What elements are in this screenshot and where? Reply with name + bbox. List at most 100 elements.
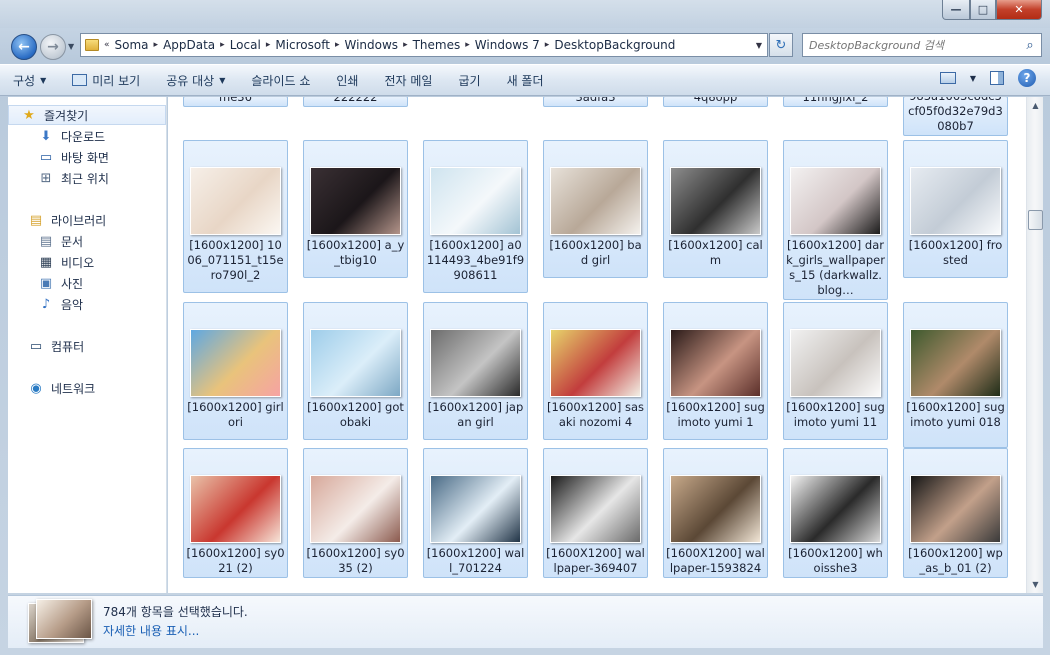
preview-pane-icon[interactable] — [990, 71, 1004, 85]
file-item[interactable]: [1600x1200] japan girl — [423, 302, 528, 440]
view-dropdown-icon[interactable]: ▼ — [970, 74, 976, 83]
sidebar-item-videos[interactable]: ▦ 비디오 — [38, 252, 94, 272]
file-item[interactable]: [1600x1200] sy021 (2) — [183, 448, 288, 578]
navigation-bar: ← → ▼ « Soma ▸ AppData ▸ Local ▸ Microsoft ▸ Win… — [0, 30, 1050, 62]
file-item[interactable]: [1600X1200] wallpaper-1593824 — [663, 448, 768, 578]
file-item[interactable]: [1600x1200] girl ori — [183, 302, 288, 440]
file-item-partial[interactable]: 3adfa3 — [543, 97, 648, 107]
sidebar-item-network[interactable]: ◉ 네트워크 — [28, 378, 95, 398]
file-name: [1600x1200] gotobaki — [307, 400, 404, 429]
address-dropdown-icon[interactable]: ▼ — [751, 41, 767, 50]
minimize-button[interactable]: — — [942, 0, 970, 20]
file-item[interactable]: [1600x1200] 1006_071151_t15ero790l_2 — [183, 140, 288, 293]
file-item[interactable]: [1600x1200] sasaki nozomi 4 — [543, 302, 648, 440]
image-thumbnail — [910, 167, 1001, 235]
file-item[interactable]: [1600X1200] wallpaper-369407 — [543, 448, 648, 578]
sidebar-item-label: 즐겨찾기 — [44, 108, 89, 123]
breadcrumb-item[interactable]: Local — [226, 38, 265, 52]
refresh-button[interactable]: ↻ — [769, 33, 793, 57]
breadcrumb-item[interactable]: DesktopBackground — [550, 38, 679, 52]
maximize-button[interactable]: □ — [970, 0, 996, 20]
file-name: [1600x1200] a_y_tbig10 — [306, 238, 405, 267]
download-icon: ⬇ — [40, 128, 52, 144]
sidebar-item-computer[interactable]: ▭ 컴퓨터 — [28, 336, 84, 356]
file-name: [1600x1200] japan girl — [427, 400, 524, 429]
file-item-partial[interactable]: 4q8opp — [663, 97, 768, 107]
share-button[interactable]: 공유 대상 ▼ — [153, 68, 238, 92]
breadcrumb: Soma ▸ AppData ▸ Local ▸ Microsoft ▸ Windows ▸ The… — [111, 38, 751, 52]
overflow-chevron-icon[interactable]: « — [103, 40, 111, 50]
file-item[interactable]: [1600x1200] sy035 (2) — [303, 448, 408, 578]
selection-count: 784개 항목을 선택했습니다. — [103, 605, 248, 619]
sidebar-item-libraries[interactable]: ▤ 라이브러리 — [28, 210, 106, 230]
file-item[interactable]: [1600x1200] sugimoto yumi 018 — [903, 302, 1008, 448]
sidebar-item-music[interactable]: ♪ 음악 — [38, 294, 83, 314]
chevron-down-icon: ▼ — [40, 75, 47, 85]
file-item[interactable]: [1600x1200] a0114493_4be91f9908611 — [423, 140, 528, 293]
file-item[interactable]: [1600x1200] frosted — [903, 140, 1008, 278]
organize-button[interactable]: 구성 ▼ — [0, 68, 59, 92]
back-button[interactable]: ← — [11, 34, 37, 60]
file-item-partial[interactable]: 983a1663c8dc5cf05f0d32e79d3080b7 — [903, 97, 1008, 136]
computer-icon: ▭ — [29, 338, 43, 354]
search-icon[interactable]: ⌕ — [1019, 38, 1041, 53]
breadcrumb-item[interactable]: Windows 7 — [471, 38, 544, 52]
help-icon[interactable]: ? — [1018, 69, 1036, 87]
sidebar-item-label: 다운로드 — [61, 129, 106, 144]
email-button[interactable]: 전자 메일 — [371, 68, 445, 92]
file-item[interactable]: [1600x1200] sugimoto yumi 11 — [783, 302, 888, 440]
vertical-scrollbar[interactable]: ▲ ▼ — [1026, 97, 1043, 593]
sidebar-item-label: 네트워크 — [51, 381, 96, 396]
breadcrumb-item[interactable]: Microsoft — [271, 38, 334, 52]
image-thumbnail — [910, 329, 1001, 397]
folder-icon — [85, 39, 99, 51]
file-item[interactable]: [1600x1200] bad girl — [543, 140, 648, 278]
slideshow-button[interactable]: 슬라이드 쇼 — [238, 68, 323, 92]
burn-button[interactable]: 굽기 — [445, 68, 493, 92]
share-label: 공유 대상 — [166, 73, 215, 88]
image-thumbnail — [790, 167, 881, 235]
sidebar-item-favorites[interactable]: ★ 즐겨찾기 — [8, 105, 166, 125]
sidebar-item-documents[interactable]: ▤ 문서 — [38, 231, 83, 251]
image-thumbnail — [430, 167, 521, 235]
scroll-thumb[interactable] — [1028, 210, 1043, 230]
breadcrumb-item[interactable]: Windows — [340, 38, 402, 52]
scroll-up-icon[interactable]: ▲ — [1027, 97, 1044, 114]
image-thumbnail — [310, 167, 401, 235]
scroll-down-icon[interactable]: ▼ — [1027, 576, 1044, 593]
file-name: [1600x1200] frosted — [908, 238, 1003, 267]
recent-pages-dropdown[interactable]: ▼ — [68, 42, 74, 51]
image-thumbnail — [670, 475, 761, 543]
breadcrumb-item[interactable]: AppData — [159, 38, 219, 52]
file-item[interactable]: [1600x1200] calm — [663, 140, 768, 278]
close-button[interactable]: ✕ — [996, 0, 1042, 20]
sidebar-item-desktop[interactable]: ▭ 바탕 화면 — [38, 147, 109, 167]
file-item-partial[interactable]: me36 — [183, 97, 288, 107]
file-item[interactable]: [1600x1200] sugimoto yumi 1 — [663, 302, 768, 440]
breadcrumb-item[interactable]: Themes — [409, 38, 465, 52]
sidebar-item-downloads[interactable]: ⬇ 다운로드 — [38, 126, 106, 146]
file-item[interactable]: [1600x1200] wp_as_b_01 (2) — [903, 448, 1008, 578]
file-item-partial[interactable]: 11nngjlxl_2 — [783, 97, 888, 107]
view-controls: ▼ ? — [939, 69, 1036, 87]
breadcrumb-item[interactable]: Soma — [111, 38, 153, 52]
sidebar-item-recent[interactable]: ⊞ 최근 위치 — [38, 168, 109, 188]
show-details-link[interactable]: 자세한 내용 표시... — [103, 622, 199, 639]
file-item[interactable]: [1600x1200] a_y_tbig10 — [303, 140, 408, 278]
forward-button[interactable]: → — [40, 34, 66, 60]
file-item[interactable]: [1600x1200] dark_girls_wallpapers_15 (da… — [783, 140, 888, 300]
file-item[interactable]: [1600x1200] wall_701224 — [423, 448, 528, 578]
sidebar-item-pictures[interactable]: ▣ 사진 — [38, 273, 83, 293]
search-input[interactable] — [803, 38, 1019, 52]
change-view-icon[interactable] — [939, 72, 956, 84]
print-button[interactable]: 인쇄 — [323, 68, 371, 92]
preview-button[interactable]: 미리 보기 — [59, 68, 153, 92]
address-bar[interactable]: « Soma ▸ AppData ▸ Local ▸ Microsoft ▸ Windows ▸ T… — [80, 33, 768, 57]
file-item[interactable]: [1600x1200] whoisshe3 — [783, 448, 888, 578]
sidebar-item-label: 음악 — [61, 297, 84, 312]
details-pane: 784개 항목을 선택했습니다. 자세한 내용 표시... — [8, 595, 1043, 648]
file-name: me36 — [219, 97, 252, 104]
new-folder-button[interactable]: 새 폴더 — [494, 68, 557, 92]
file-item[interactable]: [1600x1200] gotobaki — [303, 302, 408, 440]
file-item-partial[interactable]: 222222 — [303, 97, 408, 107]
